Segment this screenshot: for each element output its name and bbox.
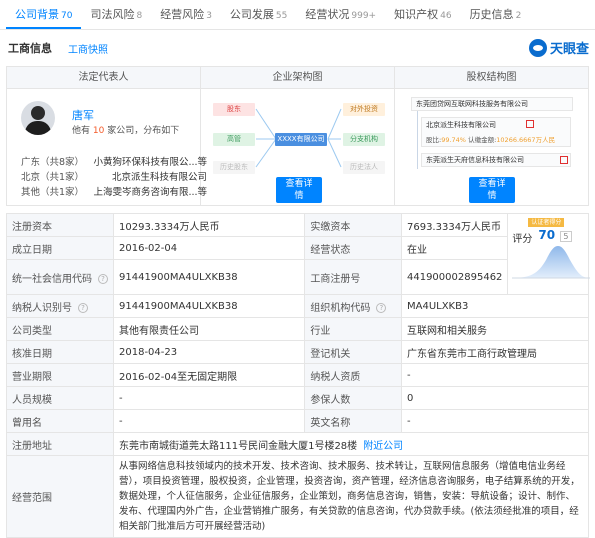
history-legal-node: 历史法人 — [343, 161, 385, 174]
table-row: 公司类型 其他有限责任公司 行业 互联网和相关服务 — [6, 317, 590, 341]
table-row: 注册地址 东莞市南城街道莞太路111号民间金融大厦1号楼28楼 附近公司 — [6, 432, 589, 456]
section-title: 工商信息 — [8, 42, 52, 55]
table-row: 人员规模 - 参保人数 0 — [6, 386, 590, 410]
center-company-node: XXXX有限公司 — [275, 133, 327, 146]
table-row: 核准日期 2018-04-23 登记机关 广东省东莞市工商行政管理局 — [6, 340, 590, 364]
equity-panel: 股权结构图 东莞团贷网互联网科技服务有限公司 北京派生科技有限公司 股比:99.… — [395, 67, 588, 205]
equity-mid-node: 北京派生科技有限公司 股比:99.74% 认缴金额:10266.6667万人民 — [421, 117, 571, 147]
company-distribution: 广东（共8家） 小黄狗环保科技有限公...等 北京（共1家） 北京派生科技有限公司 … — [21, 155, 207, 200]
avatar[interactable] — [21, 101, 55, 135]
operating-status: 在业 — [400, 236, 509, 260]
tab-business-risk[interactable]: 经营风险 3 — [151, 6, 221, 29]
industry: 互联网和相关服务 — [400, 317, 590, 341]
executive-node: 高管 — [213, 133, 255, 146]
table-row: 注册资本 10293.3334万人民币 实缴资本 7693.3334万人民币 认… — [6, 213, 591, 295]
logo-text: 天眼查 — [549, 42, 589, 57]
list-item[interactable]: 北京（共1家） 北京派生科技有限公司 — [21, 170, 207, 185]
credit-code: 91441900MA4ULXKB38 — [112, 259, 306, 295]
table-row: 统一社会信用代码? 91441900MA4ULXKB38 工商注册号 44190… — [6, 259, 589, 295]
tab-intellectual-property[interactable]: 知识产权 46 — [385, 6, 460, 29]
business-info-table: 注册资本 10293.3334万人民币 实缴资本 7693.3334万人民币 认… — [6, 213, 591, 538]
legal-rep-heading: 法定代表人 — [7, 67, 200, 89]
help-icon[interactable]: ? — [98, 273, 108, 284]
expand-icon[interactable] — [526, 120, 534, 128]
eye-icon — [528, 38, 547, 57]
tab-history-info[interactable]: 历史信息 2 — [461, 6, 531, 29]
equity-heading: 股权结构图 — [395, 67, 588, 89]
shareholder-node: 股东 — [213, 103, 255, 116]
score-widget[interactable]: 认证者得分 评分 70 5 — [507, 213, 591, 295]
tab-bar: 公司背景 70 司法风险 8 经营风险 3 公司发展 55 经营状况 999+ 知识产权 4… — [0, 0, 595, 30]
business-term: 2016-02-04至无固定期限 — [112, 363, 306, 387]
expand-icon[interactable] — [560, 156, 568, 164]
table-row: 营业期限 2016-02-04至无固定期限 纳税人资质 - — [6, 363, 590, 387]
architecture-panel: 企业架构图 股东 高管 历史股东 XXXX有限公司 对外投资 分支机构 历史法人… — [201, 67, 395, 205]
company-type: 其他有限责任公司 — [112, 317, 306, 341]
insured-count: 0 — [400, 386, 590, 410]
investment-node: 对外投资 — [343, 103, 385, 116]
registered-capital: 10293.3334万人民币 — [112, 213, 306, 237]
table-row: 纳税人识别号? 91441900MA4ULXKB38 组织机构代码? MA4UL… — [6, 294, 590, 318]
established-date: 2016-02-04 — [112, 236, 306, 260]
score-value: 70 — [538, 228, 556, 242]
legal-rep-panel: 法定代表人 唐军 他有 10 家公司，分布如下 广东（共8家） 小黄狗环保科技有限… — [7, 67, 207, 205]
equity-bottom-node: 东莞派生天府信息科技有限公司 — [421, 153, 571, 167]
legal-rep-name[interactable]: 唐军 — [72, 107, 94, 123]
former-name: - — [112, 409, 306, 433]
tab-judicial-risk[interactable]: 司法风险 8 — [81, 6, 151, 29]
score-max: 5 — [560, 231, 572, 242]
list-item[interactable]: 其他（共1家） 上海雯岑商务咨询有限...等 — [21, 185, 207, 200]
equity-view-detail-button[interactable]: 查看详情 — [469, 177, 515, 203]
overview-panels: 法定代表人 唐军 他有 10 家公司，分布如下 广东（共8家） 小黄狗环保科技有限… — [6, 66, 589, 206]
table-row: 曾用名 - 英文名称 - — [6, 409, 590, 433]
paid-capital: 7693.3334万人民币 — [400, 213, 509, 237]
score-distribution-curve — [512, 246, 591, 279]
business-scope: 从事网络信息科技领域内的技术开发、技术咨询、技术服务、技术转让，互联网信息服务（… — [113, 455, 589, 538]
table-row: 成立日期 2016-02-04 经营状态 在业 — [6, 236, 589, 260]
taxpayer-qualification: - — [400, 363, 590, 387]
registered-address: 东莞市南城街道莞太路111号民间金融大厦1号楼28楼 附近公司 — [113, 432, 589, 456]
english-name: - — [400, 409, 590, 433]
nearby-companies-link[interactable]: 附近公司 — [363, 441, 403, 452]
staff-size: - — [112, 386, 306, 410]
branch-node: 分支机构 — [343, 133, 385, 146]
tab-business-status[interactable]: 经营状况 999+ — [296, 6, 385, 29]
registration-number: 441900002895462 — [400, 259, 509, 295]
list-item[interactable]: 广东（共8家） 小黄狗环保科技有限公...等 — [21, 155, 207, 170]
org-code: MA4ULXKB3 — [400, 294, 590, 318]
company-count: 10 — [92, 126, 105, 136]
equity-top-node: 东莞团贷网互联网科技服务有限公司 — [411, 97, 573, 111]
score-badge: 认证者得分 — [528, 218, 565, 227]
help-icon[interactable]: ? — [78, 302, 88, 313]
history-shareholder-node: 历史股东 — [213, 161, 255, 174]
legal-rep-summary: 他有 10 家公司，分布如下 — [72, 126, 180, 136]
score-label: 评分 — [512, 234, 533, 245]
registration-authority: 广东省东莞市工商行政管理局 — [400, 340, 590, 364]
taxpayer-id: 91441900MA4ULXKB38 — [112, 294, 306, 318]
tianyancha-logo: 天眼查 — [528, 38, 589, 57]
section-header: 工商信息 工商快照 天眼查 — [0, 30, 595, 66]
tab-company-background[interactable]: 公司背景 70 — [6, 6, 82, 29]
approval-date: 2018-04-23 — [112, 340, 306, 364]
help-icon[interactable]: ? — [376, 302, 387, 313]
equity-tree-line — [417, 111, 418, 169]
architecture-heading: 企业架构图 — [201, 67, 394, 89]
snapshot-link[interactable]: 工商快照 — [68, 41, 108, 56]
tab-company-development[interactable]: 公司发展 55 — [221, 6, 296, 29]
architecture-view-detail-button[interactable]: 查看详情 — [276, 177, 322, 203]
table-row: 经营范围 从事网络信息科技领域内的技术开发、技术咨询、技术服务、技术转让，互联网… — [6, 455, 589, 538]
